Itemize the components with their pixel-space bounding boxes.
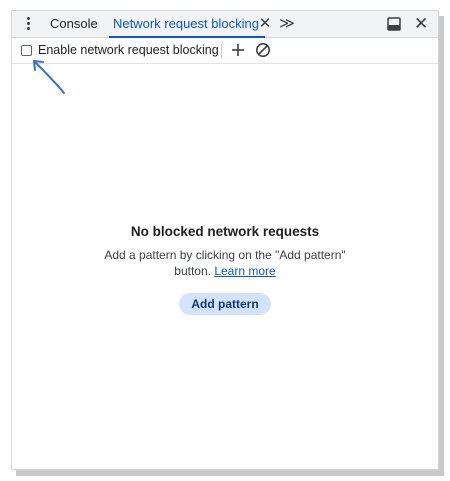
empty-state: No blocked network requests Add a patter… <box>12 223 438 315</box>
empty-state-description: Add a pattern by clicking on the "Add pa… <box>95 247 355 279</box>
add-pattern-button[interactable]: Add pattern <box>179 293 271 315</box>
tab-network-request-blocking[interactable]: Network request blocking <box>109 11 265 38</box>
kebab-vertical-icon[interactable] <box>23 17 33 31</box>
tab-console[interactable]: Console <box>50 11 98 37</box>
close-drawer-icon[interactable]: ✕ <box>414 14 428 34</box>
enable-blocking-checkbox[interactable] <box>21 45 32 56</box>
toolbar-divider <box>221 44 222 58</box>
more-tabs-icon[interactable]: ≫ <box>279 14 295 34</box>
block-icon[interactable] <box>255 42 271 58</box>
devtools-drawer: Console Network request blocking ✕ ≫ ✕ E… <box>11 10 439 470</box>
screenshot-stage: Console Network request blocking ✕ ≫ ✕ E… <box>0 0 450 481</box>
drawer-tab-bar: Console Network request blocking ✕ ≫ ✕ <box>12 11 438 38</box>
empty-state-title: No blocked network requests <box>130 224 320 239</box>
plus-icon[interactable] <box>230 42 246 58</box>
close-tab-icon[interactable]: ✕ <box>258 14 272 34</box>
dock-side-icon[interactable] <box>387 17 401 31</box>
enable-blocking-label[interactable]: Enable network request blocking <box>38 38 219 63</box>
learn-more-link[interactable]: Learn more <box>214 264 275 278</box>
blocking-toolbar: Enable network request blocking <box>12 38 438 64</box>
